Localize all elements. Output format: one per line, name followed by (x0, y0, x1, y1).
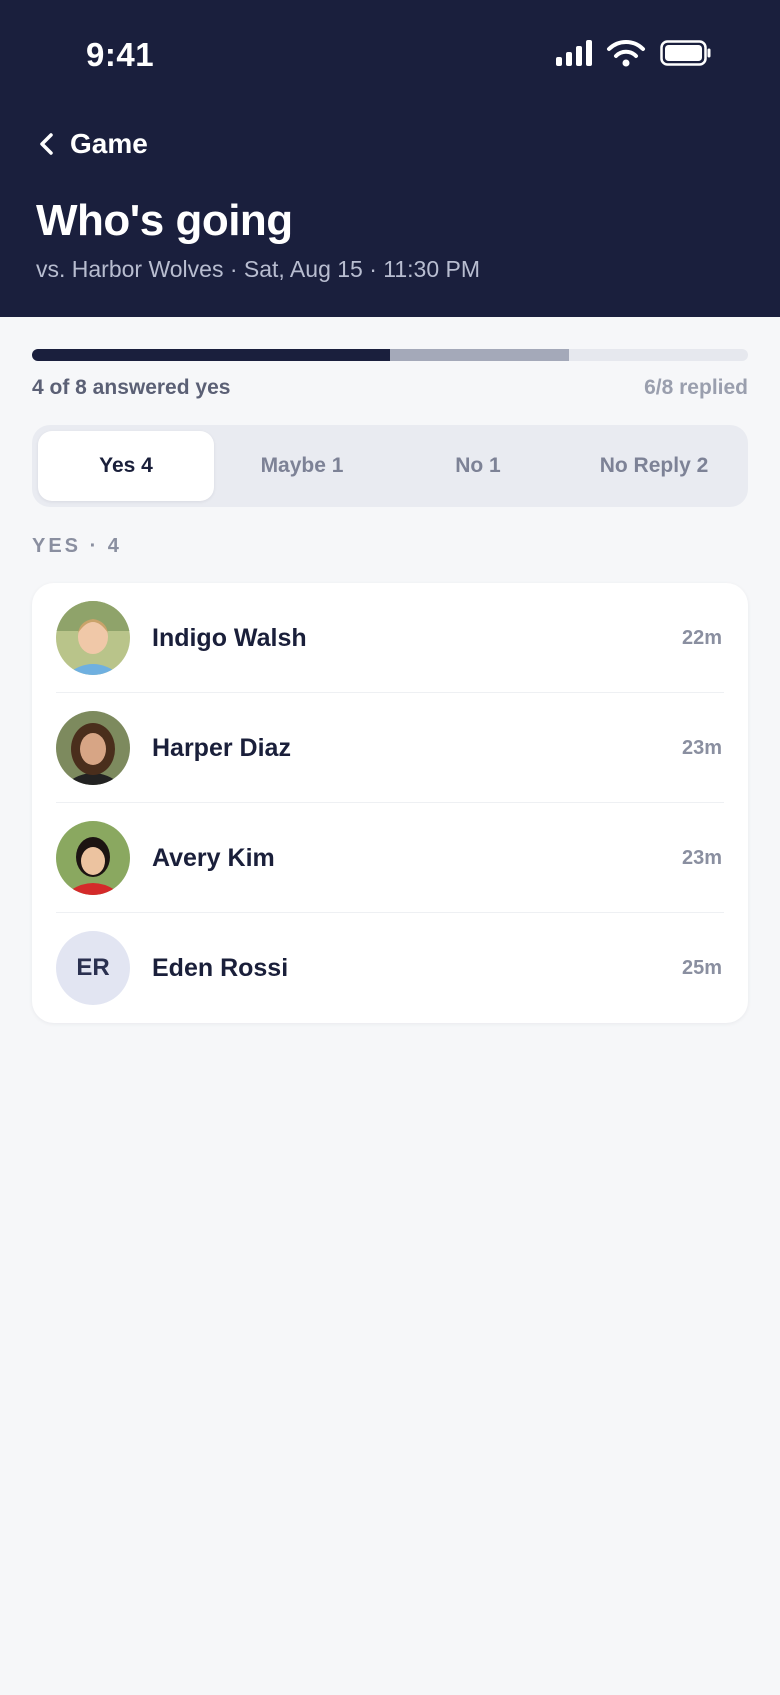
battery-icon (660, 40, 711, 66)
status-time: 9:41 (86, 36, 155, 73)
response-progress-bar (32, 349, 748, 361)
response-time: 23m (681, 846, 722, 869)
response-time: 23m (681, 736, 722, 759)
status-icons (556, 38, 712, 68)
page-title: Who's going (36, 196, 293, 245)
wifi-icon (607, 39, 645, 67)
list-item[interactable]: Avery Kim 23m (32, 803, 748, 913)
game-subtitle: vs. Harbor Wolves · Sat, Aug 15 · 11:30 … (36, 256, 481, 282)
attendee-list: Indigo Walsh 22m Harper Diaz 23m Avery K (32, 583, 748, 1023)
avatar-initials: ER (56, 931, 130, 1005)
chevron-left-icon (40, 133, 53, 155)
progress-replied-segment (390, 349, 569, 361)
attendee-name: Harper Diaz (152, 733, 291, 762)
tab-no[interactable]: No 1 (390, 431, 566, 501)
response-time: 25m (681, 956, 722, 979)
back-label: Game (70, 128, 148, 159)
list-item[interactable]: Indigo Walsh 22m (32, 583, 748, 693)
avatar (56, 821, 130, 895)
list-item[interactable]: Harper Diaz 23m (32, 693, 748, 803)
section-label: YES · 4 (32, 535, 122, 557)
tab-no-reply[interactable]: No Reply 2 (566, 431, 742, 501)
response-filter-tabs: Yes 4 Maybe 1 No 1 No Reply 2 (32, 425, 748, 507)
response-time: 22m (681, 626, 722, 649)
avatar (56, 601, 130, 675)
back-button[interactable]: Game (36, 128, 148, 160)
signal-icon (556, 40, 592, 66)
progress-yes-segment (32, 349, 390, 361)
attendee-name: Eden Rossi (152, 953, 289, 982)
list-item[interactable]: ER Eden Rossi 25m (32, 913, 748, 1023)
avatar (56, 711, 130, 785)
attendee-name: Avery Kim (152, 843, 275, 872)
attendee-name: Indigo Walsh (152, 623, 307, 652)
tab-yes[interactable]: Yes 4 (38, 431, 214, 501)
answered-yes-text: 4 of 8 answered yes (32, 376, 231, 399)
header: 9:41 Game Who's going vs. Harbor Wolves … (0, 0, 780, 317)
replied-count-text: 6/8 replied (644, 376, 748, 399)
tab-maybe[interactable]: Maybe 1 (214, 431, 390, 501)
